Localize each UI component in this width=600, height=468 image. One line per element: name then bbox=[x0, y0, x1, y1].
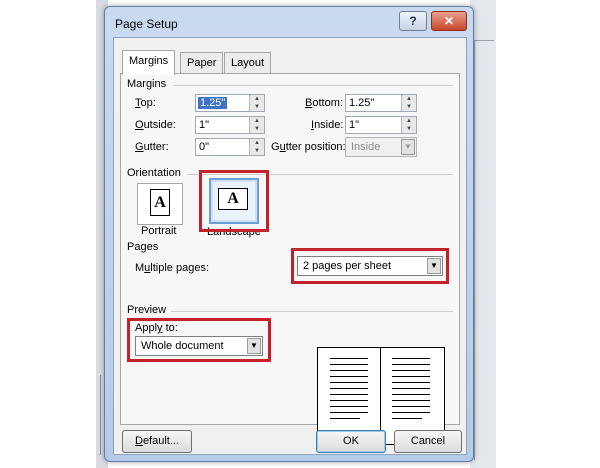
preview-text-line bbox=[330, 370, 368, 371]
preview-group-title: Preview bbox=[127, 304, 167, 316]
preview-group-divider bbox=[171, 311, 453, 312]
top-margin-label: Top: bbox=[135, 97, 156, 109]
portrait-page-icon: A bbox=[150, 189, 170, 216]
top-margin-value: 1.25" bbox=[198, 97, 228, 109]
dialog-client-area: Margins Paper Layout Margins Top: 1.25" … bbox=[113, 37, 467, 455]
inside-margin-label: Inside: bbox=[311, 119, 344, 131]
gutter-position-dropdown: Inside ▼ bbox=[345, 137, 417, 157]
preview-text-line bbox=[330, 400, 368, 401]
multiple-pages-highlight-box bbox=[291, 248, 449, 284]
apply-to-highlight-box bbox=[127, 318, 271, 362]
gutter-value: 0" bbox=[199, 141, 210, 153]
portrait-button[interactable]: A bbox=[137, 183, 183, 225]
gutter-spin-arrows[interactable]: ▲ ▼ bbox=[249, 139, 264, 155]
preview-text-line bbox=[330, 388, 368, 389]
preview-text-line bbox=[392, 388, 430, 389]
preview-text-line bbox=[392, 394, 430, 395]
preview-text-line bbox=[392, 358, 430, 359]
preview-text-line bbox=[392, 370, 430, 371]
margins-group-title: Margins bbox=[127, 78, 167, 90]
bottom-margin-value: 1.25" bbox=[349, 97, 375, 109]
bottom-margin-spinner[interactable]: 1.25" ▲ ▼ bbox=[345, 94, 417, 112]
preview-text-line bbox=[392, 418, 422, 419]
pages-group-title: Pages bbox=[127, 241, 159, 253]
dialog-title: Page Setup bbox=[115, 17, 178, 31]
margins-group-divider bbox=[173, 85, 453, 86]
backdrop-right-line bbox=[474, 40, 475, 460]
preview-text-line bbox=[330, 418, 360, 419]
top-margin-spin-arrows[interactable]: ▲ ▼ bbox=[249, 95, 264, 111]
preview-text-line bbox=[392, 400, 430, 401]
cancel-button[interactable]: Cancel bbox=[394, 430, 462, 453]
margins-tab-panel: Margins Top: 1.25" ▲ ▼ Bottom: 1.25" ▲ ▼ O… bbox=[120, 73, 460, 445]
tab-margins[interactable]: Margins bbox=[122, 50, 176, 75]
tab-layout[interactable]: Layout bbox=[224, 52, 272, 73]
page-setup-dialog: Page Setup ? ✕ Margins Paper Layout Marg… bbox=[104, 6, 474, 462]
gutter-position-label: Gutter position: bbox=[271, 141, 346, 153]
preview-text-line bbox=[330, 382, 368, 383]
inside-margin-spin-arrows[interactable]: ▲ ▼ bbox=[401, 117, 416, 133]
top-margin-spinner[interactable]: 1.25" ▲ ▼ bbox=[195, 94, 265, 112]
orientation-group-title: Orientation bbox=[127, 167, 181, 179]
close-button[interactable]: ✕ bbox=[431, 11, 467, 31]
preview-text-line bbox=[330, 376, 368, 377]
preview-text-line bbox=[330, 394, 368, 395]
preview-text-line bbox=[392, 382, 430, 383]
outside-margin-label: Outside: bbox=[135, 119, 176, 131]
landscape-highlight-box bbox=[199, 170, 269, 232]
preview-text-line bbox=[330, 358, 368, 359]
multiple-pages-label: Multiple pages: bbox=[135, 262, 210, 274]
preview-text-line bbox=[330, 406, 368, 407]
preview-text-line bbox=[392, 364, 430, 365]
help-button[interactable]: ? bbox=[399, 11, 427, 31]
preview-text-line bbox=[330, 364, 368, 365]
default-button[interactable]: Default... bbox=[122, 430, 192, 453]
preview-text-line bbox=[392, 376, 430, 377]
outside-margin-value: 1" bbox=[199, 119, 210, 131]
preview-text-line bbox=[392, 412, 430, 413]
preview-text-line bbox=[392, 406, 430, 407]
gutter-position-value: Inside bbox=[351, 141, 381, 153]
preview-text-line bbox=[330, 412, 368, 413]
bottom-margin-spin-arrows[interactable]: ▲ ▼ bbox=[401, 95, 416, 111]
chevron-down-icon: ▼ bbox=[401, 139, 415, 155]
ok-button[interactable]: OK bbox=[316, 430, 386, 453]
portrait-label: Portrait bbox=[141, 225, 177, 237]
backdrop-right-tick bbox=[474, 40, 494, 41]
outside-margin-spin-arrows[interactable]: ▲ ▼ bbox=[249, 117, 264, 133]
bottom-margin-label: Bottom: bbox=[305, 97, 343, 109]
outside-margin-spinner[interactable]: 1" ▲ ▼ bbox=[195, 116, 265, 134]
backdrop-left-line bbox=[100, 375, 101, 455]
gutter-label: Gutter: bbox=[135, 141, 169, 153]
gutter-spinner[interactable]: 0" ▲ ▼ bbox=[195, 138, 265, 156]
inside-margin-value: 1" bbox=[349, 119, 360, 131]
tab-paper[interactable]: Paper bbox=[180, 52, 224, 73]
inside-margin-spinner[interactable]: 1" ▲ ▼ bbox=[345, 116, 417, 134]
title-bar: Page Setup ? ✕ bbox=[105, 7, 473, 37]
